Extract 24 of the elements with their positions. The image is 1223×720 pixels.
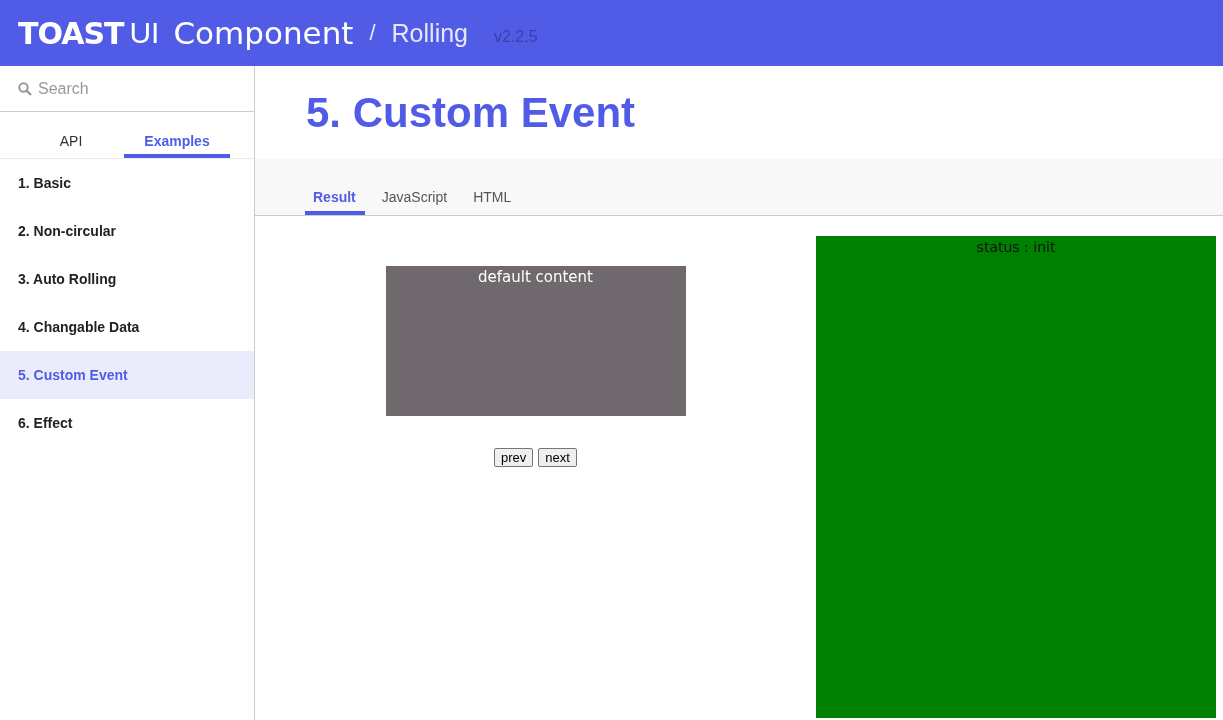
product-name: Rolling — [391, 18, 468, 48]
version-label: v2.2.5 — [494, 28, 538, 46]
sidebar-item[interactable]: 5. Custom Event — [0, 351, 254, 399]
sidebar-item[interactable]: 1. Basic — [0, 159, 254, 207]
sidebar-tab[interactable]: API — [18, 112, 124, 158]
code-tab[interactable]: JavaScript — [373, 159, 457, 215]
code-tab[interactable]: Result — [305, 159, 365, 215]
logo-ui: UI — [129, 16, 160, 50]
sidebar-item[interactable]: 6. Effect — [0, 399, 254, 447]
logo-mark: TOAST — [18, 15, 124, 51]
sidebar-item[interactable]: 4. Changable Data — [0, 303, 254, 351]
page-title: 5. Custom Event — [305, 87, 637, 138]
logo-text: Component — [173, 15, 354, 51]
search-icon — [18, 81, 32, 96]
sidebar-item[interactable]: 2. Non-circular — [0, 207, 254, 255]
breadcrumb-separator: / — [369, 20, 376, 46]
nav-button[interactable]: prev — [494, 448, 534, 467]
code-tab[interactable]: HTML — [465, 159, 521, 215]
nav-button[interactable]: next — [538, 448, 577, 467]
status-panel: status : init — [816, 236, 1216, 718]
logo-link[interactable]: TOAST UI Component — [18, 15, 354, 51]
sidebar-tab[interactable]: Examples — [124, 112, 230, 158]
sidebar-item[interactable]: 3. Auto Rolling — [0, 255, 254, 303]
rolling-panel: default content — [385, 266, 686, 416]
